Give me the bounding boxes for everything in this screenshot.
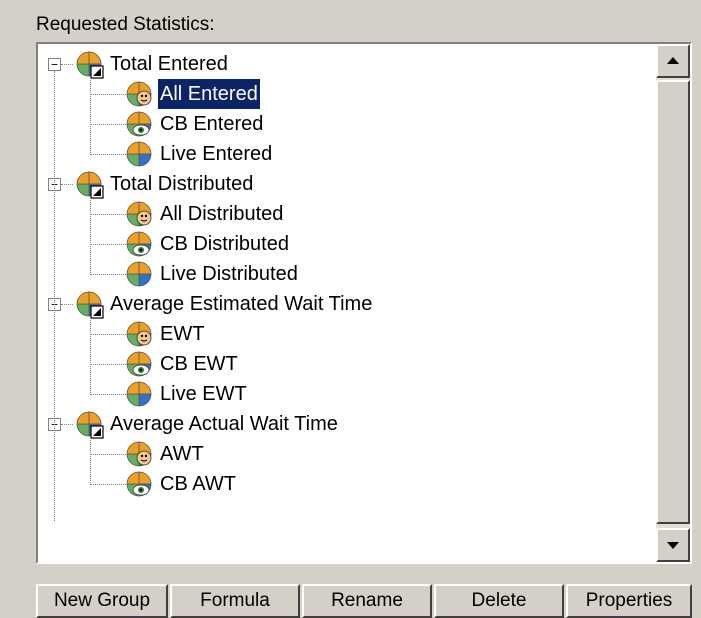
tree-stat-label: CB EWT: [160, 353, 238, 375]
live-stat-icon: [126, 141, 152, 167]
all-stat-icon: [126, 81, 152, 107]
tree-connector-line: [90, 77, 91, 153]
group-stat-icon: [76, 411, 104, 439]
tree-group-node[interactable]: Average Actual Wait Time: [74, 409, 340, 439]
tree-stat-node[interactable]: All Distributed: [124, 199, 285, 229]
delete-button[interactable]: Delete: [434, 584, 564, 618]
tree-connector-line: [61, 184, 73, 185]
tree-stat-node[interactable]: CB Entered: [124, 109, 265, 139]
callback-stat-icon: [126, 231, 152, 257]
tree-connector-line: [61, 304, 73, 305]
properties-button[interactable]: Properties: [566, 584, 692, 618]
tree-group-label: Average Estimated Wait Time: [110, 293, 373, 315]
group-stat-icon: [76, 51, 104, 79]
tree-stat-label: CB AWT: [160, 473, 236, 495]
live-stat-icon: [126, 261, 152, 287]
tree-connector-line: [90, 154, 126, 155]
tree-stat-node[interactable]: AWT: [124, 439, 206, 469]
tree-group-label: Average Actual Wait Time: [110, 413, 338, 435]
tree-group-node[interactable]: Average Estimated Wait Time: [74, 289, 374, 319]
tree-stat-node[interactable]: Live EWT: [124, 379, 249, 409]
live-stat-icon: [126, 381, 152, 407]
scroll-thumb[interactable]: [656, 80, 690, 524]
tree-stat-label: EWT: [160, 323, 205, 345]
tree-connector-line: [90, 334, 126, 335]
tree-connector-line: [61, 424, 73, 425]
callback-stat-icon: [126, 471, 152, 497]
tree-stat-label: AWT: [160, 443, 204, 465]
tree-connector-line: [90, 454, 126, 455]
tree-connector-line: [90, 197, 91, 273]
tree-connector-line: [90, 364, 126, 365]
tree-connector-line: [90, 274, 126, 275]
tree-group-node[interactable]: Total Entered: [74, 49, 230, 79]
tree-connector-line: [90, 214, 126, 215]
scroll-up-button[interactable]: [656, 44, 690, 78]
tree-connector-line: [90, 244, 126, 245]
tree-connector-line: [90, 124, 126, 125]
tree-connector-line: [90, 94, 126, 95]
callback-stat-icon: [126, 351, 152, 377]
tree-stat-node[interactable]: All Entered: [124, 78, 261, 110]
tree-connector-line: [90, 317, 91, 393]
tree-connector-line: [54, 71, 55, 521]
tree-stat-node[interactable]: CB AWT: [124, 469, 238, 499]
collapse-toggle[interactable]: −: [48, 58, 61, 71]
tree-stat-node[interactable]: CB Distributed: [124, 229, 291, 259]
scroll-down-button[interactable]: [656, 528, 690, 562]
new-group-button[interactable]: New Group: [36, 584, 168, 618]
tree-stat-label: Live Entered: [160, 143, 273, 165]
tree-group-node[interactable]: Total Distributed: [74, 169, 255, 199]
group-stat-icon: [76, 291, 104, 319]
tree-stat-label: Live Distributed: [160, 263, 298, 285]
group-stat-icon: [76, 171, 104, 199]
tree-connector-line: [90, 394, 126, 395]
tree-viewport: − Total Entered All Entered CB Entered Live …: [38, 44, 654, 562]
tree-stat-label: All Entered: [157, 78, 261, 110]
tree-stat-node[interactable]: Live Distributed: [124, 259, 300, 289]
all-stat-icon: [126, 321, 152, 347]
requested-statistics-title: Requested Statistics:: [36, 14, 215, 35]
statistics-tree[interactable]: − Total Entered All Entered CB Entered Live …: [36, 42, 692, 564]
formula-button[interactable]: Formula: [170, 584, 300, 618]
arrow-up-icon: [667, 57, 679, 64]
all-stat-icon: [126, 441, 152, 467]
tree-stat-label: Live EWT: [160, 383, 247, 405]
callback-stat-icon: [126, 111, 152, 137]
tree-stat-node[interactable]: EWT: [124, 319, 206, 349]
tree-connector-line: [90, 437, 91, 483]
arrow-down-icon: [667, 542, 679, 549]
tree-group-label: Total Distributed: [110, 173, 254, 195]
all-stat-icon: [126, 201, 152, 227]
tree-stat-label: CB Distributed: [160, 233, 289, 255]
tree-connector-line: [61, 64, 73, 65]
tree-stat-label: All Distributed: [160, 203, 284, 225]
tree-connector-line: [90, 484, 126, 485]
rename-button[interactable]: Rename: [302, 584, 432, 618]
vertical-scrollbar[interactable]: [656, 44, 690, 562]
tree-stat-label: CB Entered: [160, 113, 264, 135]
tree-group-label: Total Entered: [110, 53, 228, 75]
tree-stat-node[interactable]: CB EWT: [124, 349, 240, 379]
tree-stat-node[interactable]: Live Entered: [124, 139, 274, 169]
